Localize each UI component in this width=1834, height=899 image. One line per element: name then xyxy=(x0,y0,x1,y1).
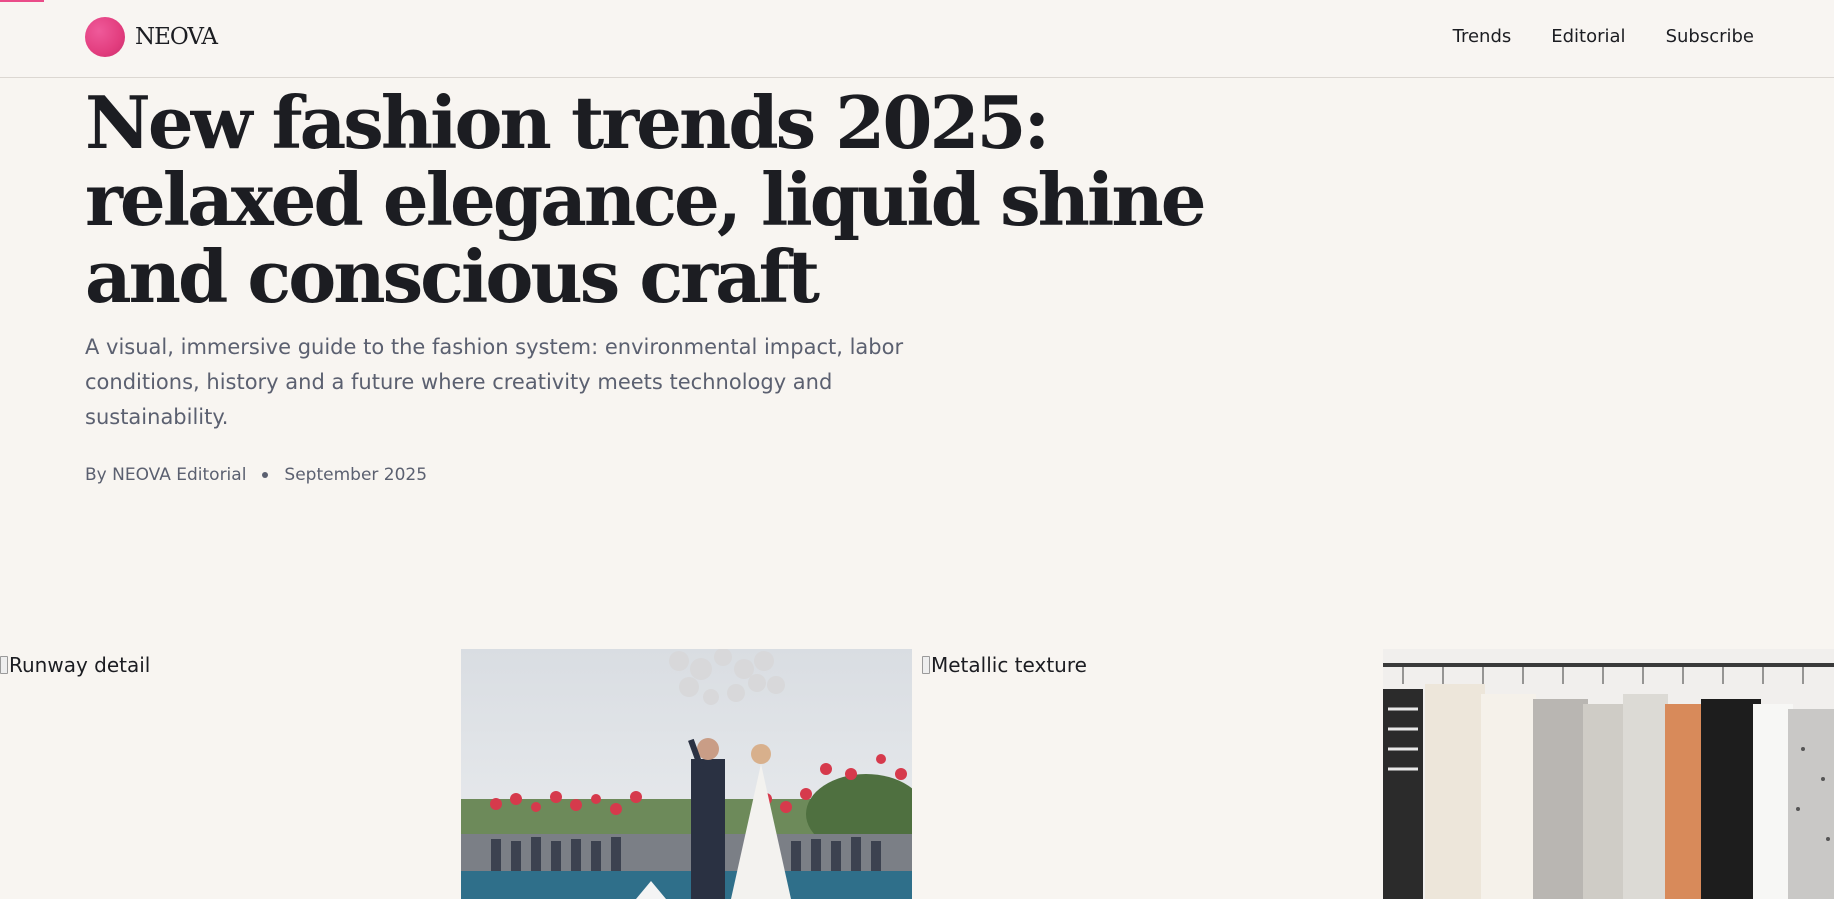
gallery-image-metallic-texture[interactable]: Metallic texture xyxy=(922,649,1373,899)
article-title: New fashion trends 2025: relaxed eleganc… xyxy=(85,80,1207,319)
gallery-image-runway-detail[interactable]: Runway detail xyxy=(0,649,451,899)
brand-logo-mark xyxy=(85,17,125,57)
gallery-image-clothing-rack[interactable] xyxy=(1383,649,1834,899)
site-header: NEOVA Trends Editorial Subscribe xyxy=(0,0,1834,78)
meta-separator-dot xyxy=(262,472,269,478)
wedding-balloons-photo xyxy=(461,649,912,899)
clothing-rack-photo xyxy=(1383,649,1834,899)
broken-image-icon xyxy=(0,656,8,674)
brand-name: NEOVA xyxy=(135,24,218,50)
gallery-image-wedding[interactable] xyxy=(461,649,912,899)
article-subtitle: A visual, immersive guide to the fashion… xyxy=(85,335,904,429)
nav-link-editorial[interactable]: Editorial xyxy=(1551,26,1625,47)
brand-logo[interactable]: NEOVA xyxy=(85,17,218,57)
article-date: September 2025 xyxy=(284,465,428,485)
reading-progress-bar xyxy=(0,0,44,2)
nav-link-trends[interactable]: Trends xyxy=(1453,26,1512,47)
image-alt-text: Metallic texture xyxy=(931,653,1087,677)
broken-image-icon xyxy=(922,656,930,674)
nav-link-subscribe[interactable]: Subscribe xyxy=(1666,26,1754,47)
image-gallery: Runway detail Metallic texture xyxy=(0,649,1834,899)
image-alt-text: Runway detail xyxy=(9,653,151,677)
article-meta: By NEOVA Editorial September 2025 xyxy=(85,465,427,485)
article-author: By NEOVA Editorial xyxy=(85,465,247,485)
main-nav: Trends Editorial Subscribe xyxy=(1453,26,1754,47)
